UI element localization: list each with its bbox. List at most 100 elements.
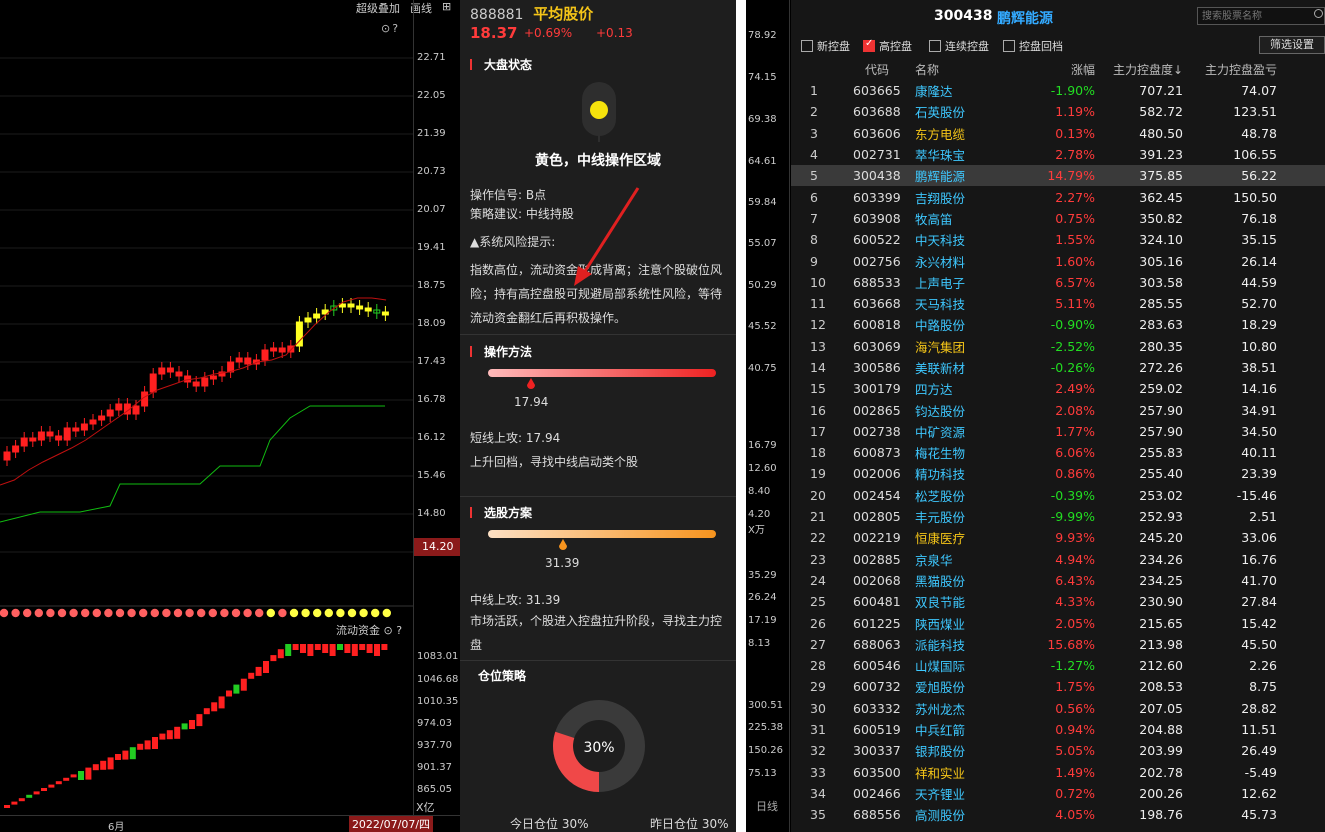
row-index: 4	[810, 147, 818, 163]
search-icon[interactable]	[1314, 9, 1323, 18]
kline-chart[interactable]	[0, 0, 413, 832]
partial-axis-label: 59.84	[748, 197, 777, 208]
row-name: 东方电缆	[915, 126, 966, 142]
signal-dot	[220, 608, 229, 618]
row-change: 4.05%	[1055, 807, 1095, 823]
checkbox-icon[interactable]	[1003, 40, 1015, 52]
col-name[interactable]: 名称	[909, 59, 995, 80]
filter-checkbox[interactable]: 连续控盘	[929, 38, 989, 54]
filter-checkbox[interactable]: 高控盘	[863, 38, 912, 54]
settings-icon[interactable]: ⊙	[384, 624, 393, 637]
row-change: 2.78%	[1055, 147, 1095, 163]
row-change: -2.52%	[1050, 338, 1095, 354]
today-position: 今日仓位 30%	[510, 817, 589, 831]
table-row[interactable]: 22 002219 恒康医疗 9.93% 245.20 33.06	[791, 527, 1325, 548]
table-row[interactable]: 26 601225 陕西煤业 2.05% 215.65 15.42	[791, 612, 1325, 633]
table-row[interactable]: 29 600732 爱旭股份 1.75% 208.53 8.75	[791, 676, 1325, 697]
overlay-button[interactable]: 超级叠加	[356, 0, 400, 16]
fund-bar	[203, 708, 210, 715]
help-icon[interactable]: ?	[392, 22, 400, 35]
row-code: 603688	[853, 104, 901, 120]
price-axis-label: 20.07	[417, 204, 446, 215]
table-row[interactable]: 30 603332 苏州龙杰 0.56% 207.05 28.82	[791, 698, 1325, 719]
partial-axis-label: 64.61	[748, 156, 777, 167]
row-change: -0.39%	[1050, 487, 1095, 503]
signal-dot	[127, 608, 136, 618]
col-change[interactable]: 涨幅	[995, 59, 1099, 80]
row-name: 黑猫股份	[915, 573, 966, 589]
settings-icon[interactable]: ⊙	[381, 22, 392, 35]
table-row[interactable]: 11 603668 天马科技 5.11% 285.55 52.70	[791, 293, 1325, 314]
table-row[interactable]: 17 002738 中矿资源 1.77% 257.90 34.50	[791, 421, 1325, 442]
checkbox-icon[interactable]	[863, 38, 875, 52]
fund-bar	[270, 655, 277, 662]
table-row[interactable]: 19 002006 精功科技 0.86% 255.40 23.39	[791, 463, 1325, 484]
table-row[interactable]: 15 300179 四方达 2.49% 259.02 14.16	[791, 378, 1325, 399]
col-code[interactable]: 代码	[835, 59, 909, 80]
fund-bar	[374, 644, 380, 656]
filter-label: 新控盘	[817, 40, 850, 53]
partial-axis-label: 26.24	[748, 592, 777, 603]
table-row[interactable]: 4 002731 萃华珠宝 2.78% 391.23 106.55	[791, 144, 1325, 165]
table-row[interactable]: 32 300337 银邦股份 5.05% 203.99 26.49	[791, 740, 1325, 761]
help-icon[interactable]: ?	[396, 624, 402, 637]
fund-bar	[366, 644, 373, 653]
row-code: 688556	[853, 807, 901, 823]
candle-body	[287, 345, 295, 353]
candle-body	[149, 373, 157, 393]
position-pct-label: 30%	[583, 740, 615, 756]
table-row[interactable]: 7 603908 牧高笛 0.75% 350.82 76.18	[791, 208, 1325, 229]
table-row[interactable]: 8 600522 中天科技 1.55% 324.10 35.15	[791, 229, 1325, 250]
table-row[interactable]: 6 603399 吉翔股份 2.27% 362.45 150.50	[791, 186, 1325, 207]
signal-dot	[11, 608, 20, 618]
row-control-pl: 45.50	[1241, 636, 1277, 652]
kline-period-label[interactable]: 日线	[746, 798, 790, 816]
row-index: 16	[810, 402, 826, 418]
row-control-degree: 285.55	[1139, 296, 1183, 312]
filter-checkbox[interactable]: 控盘回档	[1003, 38, 1063, 54]
stock-search-input[interactable]	[1197, 7, 1325, 25]
row-control-pl: 18.29	[1241, 317, 1277, 333]
chart-settings-icons[interactable]: ⊙?	[381, 22, 400, 35]
table-row[interactable]: 9 002756 永兴材料 1.60% 305.16 26.14	[791, 250, 1325, 271]
table-row[interactable]: 1 603665 康隆达 -1.90% 707.21 74.07	[791, 80, 1325, 101]
col-control-pl[interactable]: 主力控盘盈亏	[1187, 59, 1281, 80]
candle-body	[158, 367, 166, 375]
checkbox-icon[interactable]	[801, 40, 813, 52]
table-row[interactable]: 21 002805 丰元股份 -9.99% 252.93 2.51	[791, 506, 1325, 527]
row-control-pl: 15.42	[1241, 615, 1277, 631]
table-row[interactable]: 35 688556 高测股份 4.05% 198.76 45.73	[791, 804, 1325, 825]
screener-title-bar: 300438 鹏辉能源	[791, 0, 1325, 32]
filter-settings-button[interactable]: 筛选设置	[1259, 36, 1325, 54]
table-row[interactable]: 20 002454 松芝股份 -0.39% 253.02 -15.46	[791, 485, 1325, 506]
signal-dot	[243, 608, 252, 618]
kline-chart-panel[interactable]: 超级叠加 画线 ⊞ ⊙? 14.20 22.71 22.05 21.39 20.73 2…	[0, 0, 460, 832]
col-control-degree[interactable]: 主力控盘度↓	[1099, 59, 1187, 80]
fund-bar	[48, 784, 55, 788]
table-row[interactable]: 31 600519 中兵红箭 0.94% 204.88 11.51	[791, 719, 1325, 740]
table-row[interactable]: 24 002068 黑猫股份 6.43% 234.25 41.70	[791, 570, 1325, 591]
table-row[interactable]: 28 600546 山煤国际 -1.27% 212.60 2.26	[791, 655, 1325, 676]
fund-indicator-label: 流动资金 ⊙ ?	[336, 624, 403, 637]
table-row[interactable]: 5 300438 鹏辉能源 14.79% 375.85 56.22	[791, 165, 1325, 187]
table-row[interactable]: 3 603606 东方电缆 0.13% 480.50 48.78	[791, 123, 1325, 144]
index-name: 平均股价	[533, 5, 594, 23]
table-row[interactable]: 16 002865 钧达股份 2.08% 257.90 34.91	[791, 399, 1325, 420]
fund-bar	[255, 666, 262, 676]
filter-checkbox[interactable]: 新控盘	[801, 38, 850, 54]
table-row[interactable]: 33 603500 祥和实业 1.49% 202.78 -5.49	[791, 762, 1325, 783]
table-row[interactable]: 13 603069 海汽集团 -2.52% 280.35 10.80	[791, 336, 1325, 357]
checkbox-icon[interactable]	[929, 40, 941, 52]
table-row[interactable]: 14 300586 美联新材 -0.26% 272.26 38.51	[791, 357, 1325, 378]
table-row[interactable]: 18 600873 梅花生物 6.06% 255.83 40.11	[791, 442, 1325, 463]
table-row[interactable]: 25 600481 双良节能 4.33% 230.90 27.84	[791, 591, 1325, 612]
row-name: 中天科技	[915, 233, 966, 249]
row-control-pl: -15.46	[1236, 487, 1277, 503]
table-row[interactable]: 10 688533 上声电子 6.57% 303.58 44.59	[791, 272, 1325, 293]
table-row[interactable]: 23 002885 京泉华 4.94% 234.26 16.76	[791, 549, 1325, 570]
table-row[interactable]: 12 600818 中路股份 -0.90% 283.63 18.29	[791, 314, 1325, 335]
table-row[interactable]: 27 688063 派能科技 15.68% 213.98 45.50	[791, 634, 1325, 655]
fund-bar	[41, 788, 47, 791]
table-row[interactable]: 34 002466 天齐锂业 0.72% 200.26 12.62	[791, 783, 1325, 804]
table-row[interactable]: 2 603688 石英股份 1.19% 582.72 123.51	[791, 101, 1325, 122]
